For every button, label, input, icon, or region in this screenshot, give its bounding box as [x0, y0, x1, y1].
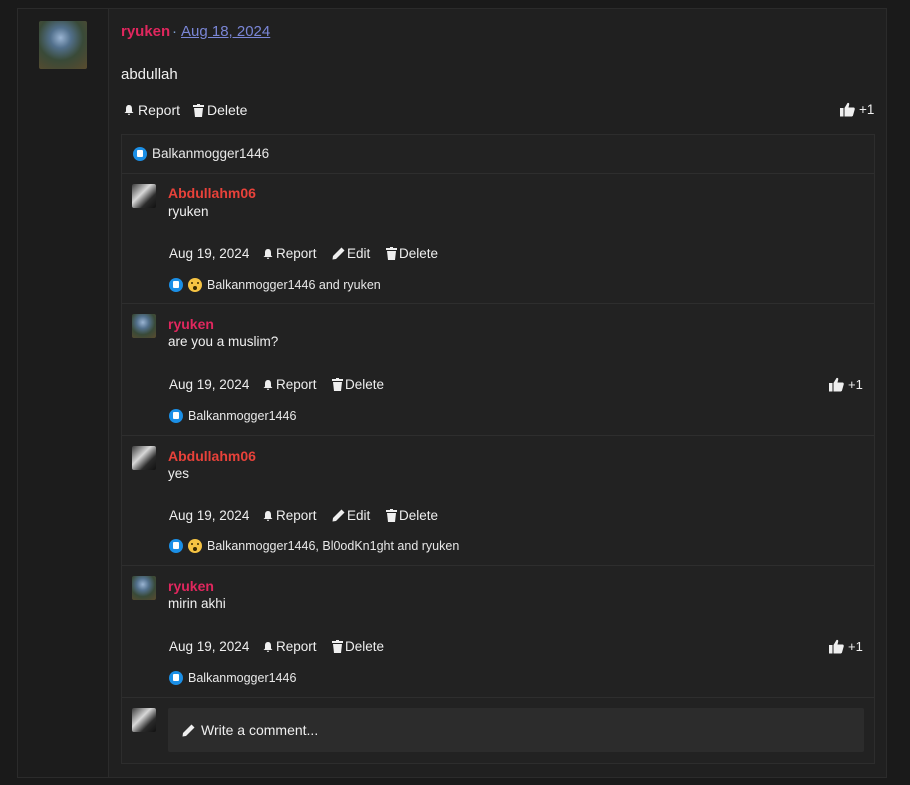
comment-delete-label: Delete [399, 508, 439, 523]
comment-report-label: Report [276, 246, 317, 261]
comment-avatar[interactable] [132, 446, 156, 470]
comment-reactions[interactable]: Balkanmogger1446 [169, 409, 296, 423]
comment-body: ryuken [168, 204, 209, 219]
like-reaction-icon [169, 409, 183, 423]
bell-icon [262, 379, 274, 391]
comment-divider [122, 435, 874, 436]
comment-divider [122, 697, 874, 698]
comment-reactions-text: Balkanmogger1446 [188, 671, 297, 685]
post-like-count: +1 [859, 102, 875, 117]
comment-avatar[interactable] [132, 184, 156, 208]
bell-icon [262, 641, 274, 653]
comment-avatar[interactable] [132, 314, 156, 338]
comment-delete-button[interactable]: Delete [332, 639, 384, 654]
like-reaction-icon [169, 539, 183, 553]
comment-edit-label: Edit [347, 246, 371, 261]
wow-reaction-icon [188, 278, 202, 292]
post-report-label: Report [138, 102, 181, 118]
trash-icon [332, 640, 343, 653]
post-author-avatar[interactable] [39, 21, 87, 69]
like-reaction-icon [169, 278, 183, 292]
comment-delete-button[interactable]: Delete [386, 246, 438, 261]
comment-report-label: Report [276, 508, 317, 523]
post-report-button[interactable]: Report [123, 102, 180, 118]
comment-body: are you a muslim? [168, 334, 279, 349]
bell-icon [123, 104, 135, 116]
bell-icon [262, 248, 274, 260]
comment-author[interactable]: Abdullahm06 [168, 448, 256, 464]
write-comment-input[interactable]: Write a comment... [168, 708, 864, 752]
comment-report-button[interactable]: Report [262, 639, 317, 654]
bell-icon [262, 510, 274, 522]
post-delete-label: Delete [207, 102, 248, 118]
comment-avatar[interactable] [132, 576, 156, 600]
trash-icon [386, 247, 397, 260]
post-body: abdullah [121, 66, 178, 83]
post-delete-button[interactable]: Delete [193, 102, 247, 118]
comment-date[interactable]: Aug 19, 2024 [169, 377, 249, 392]
comment-like-count: +1 [848, 377, 863, 392]
composer-avatar [132, 708, 156, 732]
post-like-button[interactable]: +1 [840, 102, 874, 117]
comment-divider [122, 565, 874, 566]
thumbs-up-icon [829, 377, 844, 392]
comment-report-label: Report [276, 639, 317, 654]
pencil-icon [332, 247, 345, 260]
post-reactions-text: Balkanmogger1446 [152, 146, 270, 161]
comment-date[interactable]: Aug 19, 2024 [169, 508, 249, 523]
comment-like-button[interactable]: +1 [829, 377, 863, 392]
comment-report-button[interactable]: Report [262, 377, 317, 392]
thumbs-up-icon [829, 639, 844, 654]
like-reaction-icon [133, 146, 147, 161]
wow-reaction-icon [188, 539, 202, 553]
comment-body: mirin akhi [168, 596, 226, 611]
post-date-link[interactable]: Aug 18, 2024 [181, 23, 270, 40]
post-author-name[interactable]: ryuken [121, 23, 170, 40]
comment-delete-button[interactable]: Delete [386, 508, 438, 523]
comment-author[interactable]: ryuken [168, 316, 214, 332]
comment-reactions[interactable]: Balkanmogger1446, Bl0odKn1ght and ryuken [169, 539, 459, 553]
comment-like-button[interactable]: +1 [829, 639, 863, 654]
trash-icon [332, 378, 343, 391]
comment-author[interactable]: Abdullahm06 [168, 185, 256, 201]
comment-reactions-text: Balkanmogger1446 and ryuken [207, 278, 381, 292]
comment-divider [122, 303, 874, 304]
comment-edit-button[interactable]: Edit [332, 508, 370, 523]
comment-report-button[interactable]: Report [262, 508, 317, 523]
comment-reactions-text: Balkanmogger1446 [188, 409, 297, 423]
comment-divider [122, 173, 874, 174]
comment-like-count: +1 [848, 639, 863, 654]
thumbs-up-icon [840, 102, 855, 117]
comment-reactions[interactable]: Balkanmogger1446 and ryuken [169, 278, 381, 292]
post-reactions[interactable]: Balkanmogger1446 [133, 146, 269, 161]
comment-delete-label: Delete [345, 377, 385, 392]
post-date-separator: · [172, 23, 177, 40]
write-comment-placeholder: Write a comment... [201, 722, 319, 738]
comment-edit-label: Edit [347, 508, 371, 523]
trash-icon [193, 104, 204, 117]
comment-delete-button[interactable]: Delete [332, 377, 384, 392]
comment-body: yes [168, 466, 190, 481]
comment-date[interactable]: Aug 19, 2024 [169, 639, 249, 654]
comment-delete-label: Delete [399, 246, 439, 261]
comment-reactions[interactable]: Balkanmogger1446 [169, 671, 296, 685]
pencil-icon [182, 724, 195, 737]
comment-delete-label: Delete [345, 639, 385, 654]
comment-edit-button[interactable]: Edit [332, 246, 370, 261]
pencil-icon [332, 509, 345, 522]
like-reaction-icon [169, 671, 183, 685]
comment-date[interactable]: Aug 19, 2024 [169, 246, 249, 261]
comment-report-label: Report [276, 377, 317, 392]
comment-author[interactable]: ryuken [168, 578, 214, 594]
comment-report-button[interactable]: Report [262, 246, 317, 261]
comment-reactions-text: Balkanmogger1446, Bl0odKn1ght and ryuken [207, 539, 460, 553]
user-rail [18, 9, 109, 777]
trash-icon [386, 509, 397, 522]
